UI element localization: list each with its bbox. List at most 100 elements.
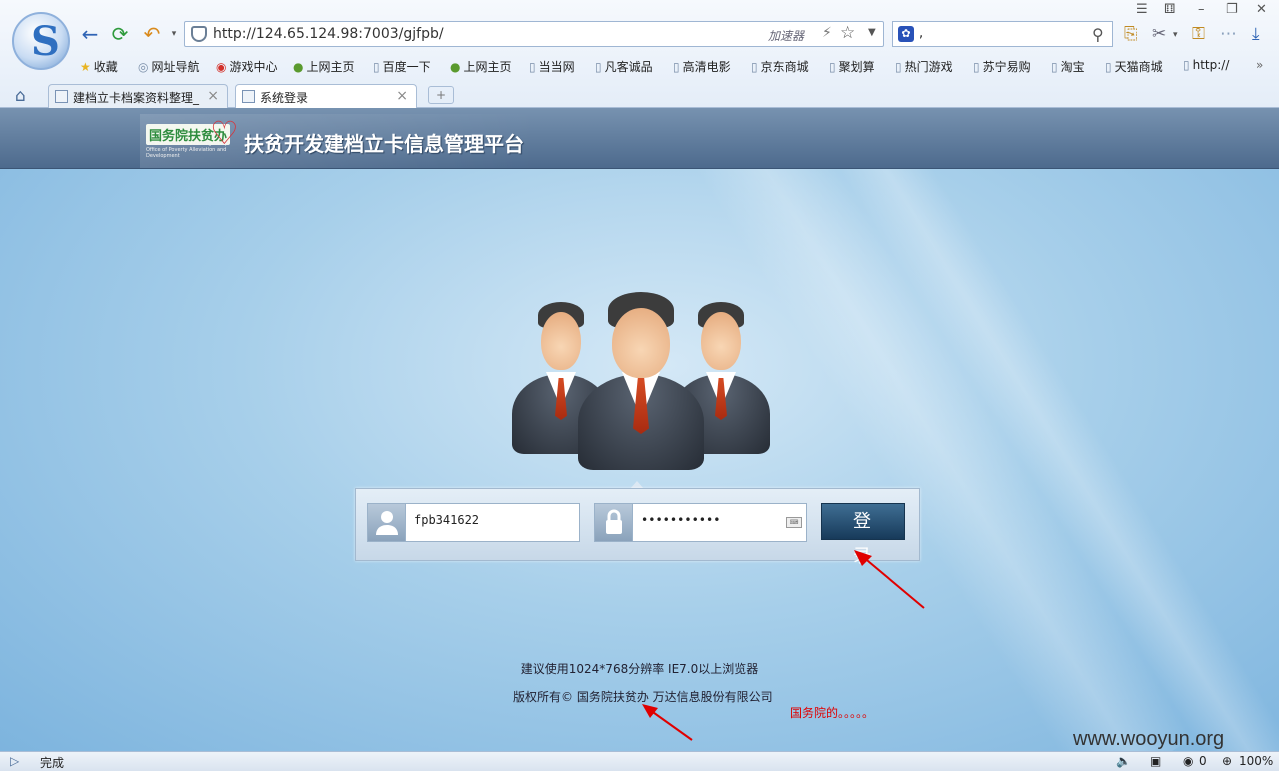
back-arrow-icon[interactable]: ← [78, 22, 102, 46]
page-icon: ▯ [595, 60, 602, 74]
restore-icon[interactable]: ❐ [1226, 2, 1238, 17]
page-icon: ▯ [751, 60, 758, 74]
site-header: 国务院扶贫办 The State Council Leading Group O… [0, 108, 1279, 169]
bookmark-item[interactable]: ● 上网主页 [450, 58, 512, 75]
bookmark-item[interactable]: ▯ 淘宝 [1051, 58, 1085, 75]
menu-icon[interactable]: ☰ [1136, 2, 1148, 17]
minimize-icon[interactable]: – [1198, 2, 1205, 17]
refresh-icon[interactable]: ⟳ [108, 22, 132, 46]
bookmark-item[interactable]: ▯ 百度一下 [373, 58, 431, 75]
volume-icon[interactable]: 🔈 [1116, 754, 1131, 768]
download-count-icon[interactable]: ◉ [1183, 754, 1193, 768]
heart-logo-icon: ♡ [210, 114, 239, 152]
login-button[interactable]: 登 录 [821, 503, 905, 566]
bookmark-item[interactable]: ▯ 高清电影 [673, 58, 731, 75]
businessmen-illustration [508, 292, 776, 472]
tab-bar: ⌂ 建档立卡档案资料整理_ × 系统登录 × + [0, 82, 1279, 108]
username-input[interactable] [414, 513, 574, 527]
page-icon: ▯ [1051, 60, 1058, 74]
favorite-star-icon[interactable]: ☆ [840, 23, 855, 43]
page-content: 国务院扶贫办 The State Council Leading Group O… [0, 108, 1279, 751]
bookmark-item[interactable]: ▯ 聚划算 [829, 58, 875, 75]
bookmark-item[interactable]: ▯ 天猫商城 [1105, 58, 1163, 75]
password-field[interactable]: ⌨ [594, 503, 807, 542]
page-icon: ▯ [529, 60, 536, 74]
page-favicon-icon [242, 90, 255, 103]
login-form: ⌨ 登 录 [355, 488, 920, 566]
url-text[interactable]: http://124.65.124.98:7003/gjfpb/ [213, 26, 444, 42]
password-input[interactable] [641, 513, 801, 527]
bookmark-item[interactable]: ▯ 京东商城 [751, 58, 809, 75]
undo-icon[interactable]: ↶ [140, 22, 164, 46]
tab-archive[interactable]: 建档立卡档案资料整理_ × [48, 84, 228, 108]
skin-shirt-icon[interactable]: ⚅ [1164, 2, 1175, 17]
page-icon: ▯ [373, 60, 380, 74]
bookmark-item[interactable]: ● 上网主页 [293, 58, 355, 75]
undo-dropdown-icon[interactable]: ▾ [162, 22, 186, 46]
scissors-dropdown-icon[interactable]: ▾ [1173, 30, 1178, 40]
download-icon[interactable]: ⤓ [1252, 24, 1260, 44]
hao-icon: ● [450, 60, 461, 74]
bookmark-item[interactable]: ▯ 当当网 [529, 58, 575, 75]
bookmark-item[interactable]: ★ 收藏 [80, 58, 118, 75]
key-icon[interactable]: ⚿ [1192, 24, 1205, 44]
sogou-browser-logo[interactable]: S [12, 12, 70, 70]
game-icon: ◉ [216, 60, 227, 74]
new-tab-button[interactable]: + [428, 86, 454, 104]
globe-icon: ◎ [138, 60, 149, 74]
user-icon [368, 504, 406, 541]
bookmark-item[interactable]: ▯ http:// [1183, 58, 1229, 72]
close-tab-icon[interactable]: × [207, 88, 219, 104]
extension-icon[interactable]: ▣ [1150, 754, 1161, 768]
copyright-text: 版权所有© 国务院扶贫办 万达信息股份有限公司 [513, 690, 773, 704]
page-icon: ▯ [673, 60, 680, 74]
security-shield-icon [191, 26, 207, 42]
close-tab-icon[interactable]: × [396, 88, 408, 104]
page-icon: ▯ [1105, 60, 1112, 74]
accelerator-label[interactable]: 加速器 [768, 27, 804, 44]
lightning-icon[interactable]: ⚡ [822, 25, 832, 41]
browser-recommendation: 建议使用1024*768分辨率 IE7.0以上浏览器 [520, 662, 759, 676]
search-input[interactable]: , [919, 26, 923, 41]
zoom-icon[interactable]: ⊕ [1222, 754, 1232, 768]
red-arrow-annotation [854, 550, 925, 609]
page-icon: ▯ [1183, 58, 1190, 72]
address-bar[interactable]: http://124.65.124.98:7003/gjfpb/ 加速器 ⚡ ☆… [184, 21, 884, 47]
download-count: 0 [1199, 754, 1207, 768]
page-title: 扶贫开发建档立卡信息管理平台 [244, 134, 524, 156]
tab-label: 系统登录 [260, 91, 309, 105]
page-icon: ▯ [973, 60, 980, 74]
page-icon: ▯ [895, 60, 902, 74]
bookmark-item[interactable]: ▯ 凡客诚品 [595, 58, 653, 75]
red-annotation-text: 国务院的。。。。。 [790, 706, 875, 720]
bookmark-item[interactable]: ◉ 游戏中心 [216, 58, 278, 75]
page-favicon-icon [55, 90, 68, 103]
zoom-level[interactable]: 100% [1239, 754, 1273, 768]
baidu-paw-icon[interactable]: ✿ [898, 26, 914, 42]
browser-chrome: S ← ⟳ ↶ ▾ http://124.65.124.98:7003/gjfp… [0, 0, 1279, 108]
home-icon[interactable]: ⌂ [15, 86, 26, 106]
star-icon: ★ [80, 60, 91, 74]
username-field[interactable] [367, 503, 580, 542]
status-text: 完成 [40, 756, 65, 770]
hao-icon: ● [293, 60, 304, 74]
bookmark-item[interactable]: ▯ 热门游戏 [895, 58, 953, 75]
sidebar-toggle-icon[interactable]: ▷ [10, 754, 19, 768]
tab-label: 建档立卡档案资料整理_ [73, 91, 200, 105]
sync-icon[interactable]: ⎘ [1124, 24, 1138, 44]
tab-login[interactable]: 系统登录 × [235, 84, 417, 108]
lock-icon [595, 504, 633, 541]
status-bar: ▷ 完成 🔈 ▣ ◉ 0 ⊕ 100% [0, 751, 1279, 771]
close-window-icon[interactable]: ✕ [1256, 2, 1267, 17]
bookmark-item[interactable]: ▯ 苏宁易购 [973, 58, 1031, 75]
search-box[interactable]: ✿ , ⚲ [892, 21, 1113, 47]
soft-keyboard-icon[interactable]: ⌨ [786, 517, 802, 528]
more-icon[interactable]: ⋯ [1220, 24, 1237, 44]
red-arrow-annotation [642, 704, 693, 741]
bookmark-item[interactable]: ◎ 网址导航 [138, 58, 200, 75]
search-icon[interactable]: ⚲ [1092, 25, 1104, 44]
bookmark-overflow-icon[interactable]: » [1256, 58, 1263, 72]
scissors-icon[interactable]: ✂ [1152, 24, 1166, 44]
address-dropdown-icon[interactable]: ▼ [868, 27, 876, 38]
page-icon: ▯ [829, 60, 836, 74]
